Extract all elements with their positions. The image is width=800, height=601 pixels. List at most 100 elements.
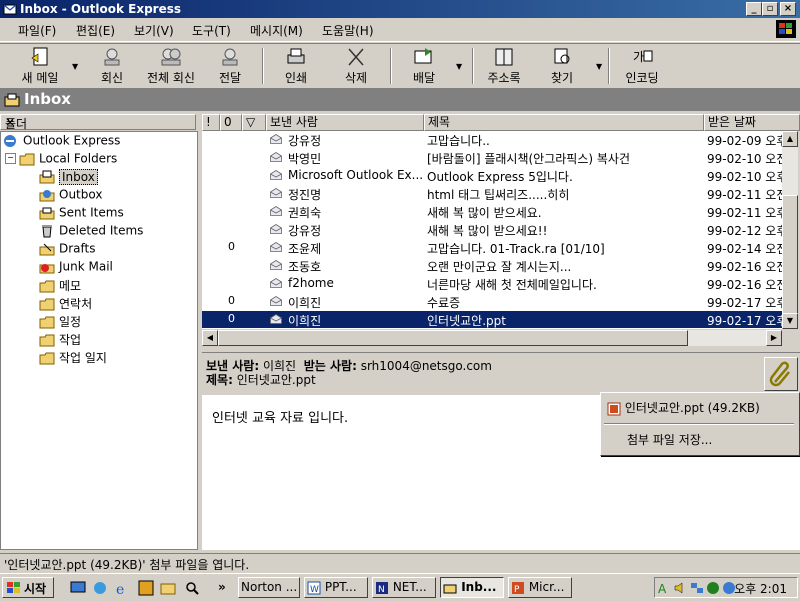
read-envelope-icon xyxy=(270,314,282,324)
menu-tools[interactable]: 도구(T) xyxy=(192,22,231,39)
column-from[interactable]: 보낸 사람 xyxy=(266,114,424,131)
menu-help[interactable]: 도움말(H) xyxy=(322,22,374,39)
folder-memo[interactable]: 메모 xyxy=(39,277,81,295)
folder-journal[interactable]: 작업 일지 xyxy=(39,349,107,367)
folder-tasks[interactable]: 작업 xyxy=(39,331,81,349)
folder-calendar[interactable]: 일정 xyxy=(39,313,81,331)
preview-header: 보낸 사람: 이희진 받는 사람: srh1004@netsgo.com 제목:… xyxy=(202,352,800,395)
quicklaunch-outlook-icon[interactable] xyxy=(92,580,108,596)
task-net[interactable]: N NET... xyxy=(372,577,436,598)
local-folders-icon xyxy=(19,153,35,165)
current-folder-title: Inbox xyxy=(24,90,71,108)
column-received[interactable]: 받은 날짜 xyxy=(704,114,800,131)
quicklaunch-desktop-icon[interactable] xyxy=(70,580,86,596)
quicklaunch-folder-icon[interactable] xyxy=(160,580,176,596)
collapse-icon[interactable]: − xyxy=(5,153,16,164)
new-mail-dropdown-icon[interactable]: ▼ xyxy=(72,62,78,71)
toolbar: 새 메일 ▼ 회신 전체 회신 전달 인쇄 삭제 배달 ▼ 주소록 찾기 ▼ 가… xyxy=(0,43,800,89)
save-attachments-item[interactable]: 첨부 파일 저장... xyxy=(627,431,712,448)
task-norton[interactable]: Norton ... xyxy=(238,577,300,598)
network-icon[interactable] xyxy=(689,580,705,596)
message-date: 99-02-12 오후 xyxy=(707,224,782,238)
taskbar-overflow-icon[interactable]: » xyxy=(218,580,226,594)
folder-local-folders[interactable]: − Local Folders xyxy=(5,151,117,169)
attachment-button[interactable] xyxy=(764,357,798,391)
message-row[interactable]: 0 이희진 수료증 99-02-17 오후 xyxy=(202,293,782,310)
message-body-text: 인터넷 교육 자료 입니다. xyxy=(212,411,349,426)
horizontal-scroll-thumb[interactable] xyxy=(218,330,688,346)
message-row[interactable]: 0 조윤제 고맙습니다. 01-Track.ra [01/10] 99-02-14 오… xyxy=(202,239,782,256)
print-button[interactable]: 인쇄 xyxy=(276,46,316,86)
close-button[interactable]: × xyxy=(780,2,796,16)
scroll-up-button[interactable]: ▲ xyxy=(782,131,798,147)
find-dropdown-icon[interactable]: ▼ xyxy=(596,62,602,71)
toolbar-separator xyxy=(390,48,392,84)
folder-deleted-items[interactable]: Deleted Items xyxy=(39,223,143,241)
folder-outbox[interactable]: Outbox xyxy=(39,187,102,205)
task-ppt[interactable]: W PPT... xyxy=(304,577,368,598)
maximize-button[interactable]: ▫ xyxy=(762,2,778,16)
message-row[interactable]: 조동호 오랜 만이군요 잘 계시는지... 99-02-16 오전 xyxy=(202,257,782,274)
message-date: 99-02-17 오후 xyxy=(707,314,782,328)
folder-sent-items[interactable]: Sent Items xyxy=(39,205,124,223)
message-row[interactable]: 박영민 [바람돌이] 플래시책(안그라픽스) 복사건 99-02-10 오전 xyxy=(202,149,782,166)
attachment-file-item[interactable]: 인터넷교안.ppt (49.2KB) xyxy=(607,399,760,416)
message-row[interactable]: 강유정 새해 복 많이 받으세요!! 99-02-12 오후 xyxy=(202,221,782,238)
folder-icon xyxy=(39,298,55,310)
message-row[interactable]: 정진명 html 태그 팁써리즈.....히히 99-02-11 오전 xyxy=(202,185,782,202)
scroll-thumb[interactable] xyxy=(782,195,798,315)
close-folder-pane-button[interactable]: × xyxy=(5,115,189,129)
menu-edit[interactable]: 편집(E) xyxy=(76,22,115,39)
scroll-left-button[interactable]: ◀ xyxy=(202,330,218,346)
reply-button[interactable]: 회신 xyxy=(94,46,130,86)
task-inbox[interactable]: Inb... xyxy=(440,577,504,598)
message-list-horizontal-scrollbar[interactable]: ◀ ▶ xyxy=(202,330,782,346)
new-mail-button[interactable]: 새 메일 xyxy=(14,46,66,86)
title-bar[interactable]: Inbox - Outlook Express _ ▫ × xyxy=(0,0,800,18)
delete-button[interactable]: 삭제 xyxy=(336,46,376,86)
menu-view[interactable]: 보기(V) xyxy=(134,22,174,39)
send-receive-dropdown-icon[interactable]: ▼ xyxy=(456,62,462,71)
folder-contacts[interactable]: 연락처 xyxy=(39,295,92,313)
read-envelope-icon xyxy=(270,188,282,198)
message-date: 99-02-14 오전 xyxy=(707,242,782,256)
folder-tree: Outlook Express − Local Folders Inbox Out… xyxy=(0,131,198,550)
folder-outlook-express[interactable]: Outlook Express xyxy=(3,133,120,151)
column-flag[interactable]: ▽ xyxy=(242,114,266,131)
scroll-down-button[interactable]: ▼ xyxy=(782,313,798,329)
reply-all-button[interactable]: 전체 회신 xyxy=(140,46,202,86)
start-button[interactable]: 시작 xyxy=(2,577,54,598)
folder-inbox[interactable]: Inbox xyxy=(39,168,98,187)
task-microsoft[interactable]: P Micr... xyxy=(508,577,572,598)
quicklaunch-search-icon[interactable] xyxy=(184,580,200,596)
volume-icon[interactable] xyxy=(673,580,689,596)
column-subject[interactable]: 제목 xyxy=(424,114,704,131)
folder-junk-mail[interactable]: Junk Mail xyxy=(39,259,113,277)
taskbar-clock[interactable]: 오후 2:01 xyxy=(734,580,787,597)
message-row[interactable]: Microsoft Outlook Ex... Outlook Express 5… xyxy=(202,167,782,184)
quicklaunch-ie-icon[interactable]: e xyxy=(114,580,130,596)
ime-icon[interactable]: A xyxy=(657,580,673,596)
scroll-right-button[interactable]: ▶ xyxy=(766,330,782,346)
find-button[interactable]: 찾기 xyxy=(542,46,582,86)
preview-to: srh1004@netsgo.com xyxy=(360,359,492,373)
message-row[interactable]: 0 이희진 인터넷교안.ppt 99-02-17 오후 xyxy=(202,311,782,328)
menu-file[interactable]: 파일(F) xyxy=(18,22,56,39)
message-row[interactable]: 권희숙 새해 복 많이 받으세요. 99-02-11 오후 xyxy=(202,203,782,220)
quicklaunch-app-icon[interactable] xyxy=(138,580,154,596)
address-book-button[interactable]: 주소록 xyxy=(482,46,526,86)
encoding-button[interactable]: 가 인코딩 xyxy=(620,46,664,86)
forward-button[interactable]: 전달 xyxy=(210,46,250,86)
folder-drafts[interactable]: Drafts xyxy=(39,241,96,259)
tray-app-icon[interactable] xyxy=(705,580,721,596)
column-attachment[interactable]: 0 xyxy=(220,114,242,131)
find-icon xyxy=(554,48,570,64)
message-row[interactable]: f2home 너른마당 새해 첫 전체메일입니다. 99-02-16 오전 xyxy=(202,275,782,292)
minimize-button[interactable]: _ xyxy=(746,2,762,16)
column-priority[interactable]: ! xyxy=(202,114,220,131)
message-row[interactable]: 강유정 고맙습니다.. 99-02-09 오후 xyxy=(202,131,782,148)
send-receive-button[interactable]: 배달 xyxy=(404,46,444,86)
menu-message[interactable]: 메시지(M) xyxy=(250,22,303,39)
message-list-vertical-scrollbar[interactable]: ▲ ▼ xyxy=(782,131,798,329)
message-date: 99-02-16 오전 xyxy=(707,260,782,274)
